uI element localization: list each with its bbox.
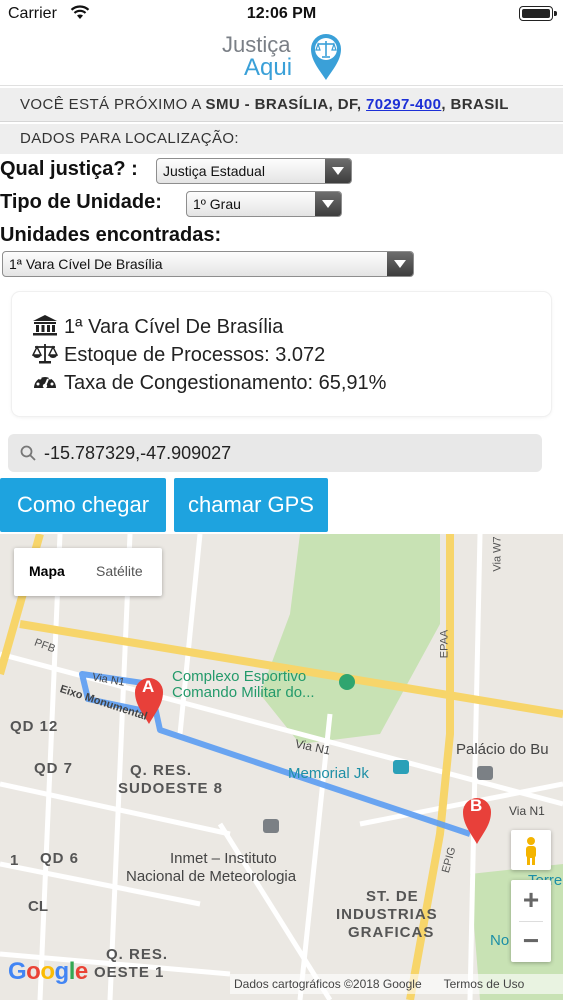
map-label-memorial-jk: Memorial Jk <box>288 765 369 782</box>
courthouse-icon <box>33 315 57 336</box>
app-header: Justiça Aqui <box>0 28 563 86</box>
unit-name: 1ª Vara Cível De Brasília <box>64 316 284 338</box>
marker-b-label[interactable]: B <box>470 796 482 816</box>
coordinates-search-input[interactable]: -15.787329,-47.909027 <box>8 434 542 472</box>
map-label-graficas: GRAFICAS <box>348 924 435 941</box>
map-label-st-de: ST. DE <box>366 888 419 905</box>
poi-marker <box>477 766 493 780</box>
map-view[interactable]: A B Complexo Esportivo Comando Militar d… <box>0 534 563 1000</box>
map-label-complexo: Complexo Esportivo <box>172 668 307 685</box>
map-label-qd12: QD 12 <box>10 718 59 735</box>
map-label-qres: Q. RES. <box>130 762 193 779</box>
location-prefix: VOCÊ ESTÁ PRÓXIMO A <box>20 96 206 113</box>
map-label-qd7: QD 7 <box>34 760 74 777</box>
logo-text-aqui: Aqui <box>244 54 293 81</box>
estoque-text: Estoque de Processos: 3.072 <box>64 344 326 366</box>
tipo-unidade-label: Tipo de Unidade: <box>0 191 162 213</box>
chevron-down-icon <box>315 192 341 216</box>
map-label-cl: CL <box>28 898 48 915</box>
battery-icon <box>519 6 557 21</box>
map-data-credit: Dados cartográficos ©2018 Google <box>234 977 422 991</box>
location-place: SMU - BRASÍLIA, DF, <box>205 96 367 113</box>
unit-info-card: 1ª Vara Cível De Brasília Estoque de Pro… <box>12 292 551 416</box>
zoom-control: + − <box>511 880 551 962</box>
location-country: , BRASIL <box>441 96 509 113</box>
chamar-gps-button[interactable]: chamar GPS <box>174 478 328 532</box>
map-type-control: Mapa Satélite <box>14 548 162 596</box>
gauge-icon <box>34 374 56 389</box>
map-label-qres: Q. RES. <box>106 946 169 963</box>
map-type-mapa-button[interactable]: Mapa <box>29 563 65 579</box>
zip-code-link[interactable]: 70297-400 <box>366 96 441 113</box>
map-label-comando: Comando Militar do... <box>172 684 315 701</box>
taxa-row: Taxa de Congestionamento: 65,91% <box>32 370 386 395</box>
marker-a-label[interactable]: A <box>142 677 154 697</box>
chevron-down-icon <box>325 159 351 183</box>
status-bar: Carrier 12:06 PM <box>0 0 563 28</box>
tipo-unidade-select-value: 1º Grau <box>193 196 241 212</box>
map-label-palacio: Palácio do Bu <box>456 741 549 758</box>
map-label-via-w7: Via W7 <box>491 536 504 572</box>
justica-select[interactable]: Justiça Estadual <box>156 158 352 184</box>
map-label-meteorologia: Nacional de Meteorologia <box>126 868 297 885</box>
scales-pin-icon <box>311 34 341 80</box>
map-label-industrias: INDUSTRIAS <box>336 906 438 923</box>
zoom-in-button[interactable]: + <box>511 880 551 920</box>
poi-marker <box>263 819 279 833</box>
clock: 12:06 PM <box>246 5 317 22</box>
zoom-out-button[interactable]: − <box>511 921 551 961</box>
tipo-unidade-select[interactable]: 1º Grau <box>186 191 342 217</box>
map-label-sudoeste8: SUDOESTE 8 <box>118 780 224 797</box>
unit-name-row: 1ª Vara Cível De Brasília <box>32 314 283 339</box>
como-chegar-button[interactable]: Como chegar <box>0 478 166 532</box>
app-logo: Justiça Aqui <box>220 32 350 84</box>
chevron-down-icon <box>387 252 413 276</box>
map-label-via-n1: Via N1 <box>509 804 545 818</box>
map-label-inmet: Inmet – Instituto <box>170 850 277 867</box>
coordinates-value: -15.787329,-47.909027 <box>44 443 232 463</box>
justica-label: Qual justiça? : <box>0 158 138 180</box>
park-area <box>260 534 440 744</box>
taxa-text: Taxa de Congestionamento: 65,91% <box>64 372 387 394</box>
map-label-epaa: EPAA <box>438 629 451 659</box>
pegman-icon <box>526 837 536 865</box>
map-label-no: No <box>490 932 510 949</box>
unidades-label: Unidades encontradas: <box>0 224 222 246</box>
map-label-1: 1 <box>10 852 19 869</box>
current-location-bar: VOCÊ ESTÁ PRÓXIMO A SMU - BRASÍLIA, DF, … <box>0 88 563 122</box>
terms-link[interactable]: Termos de Uso <box>444 977 525 991</box>
poi-marker <box>339 674 355 690</box>
google-logo: Google <box>8 958 88 985</box>
map-label-qd6: QD 6 <box>40 850 80 867</box>
street-view-button[interactable] <box>511 830 551 870</box>
map-label-oeste1: OESTE 1 <box>94 964 165 981</box>
unidades-select[interactable]: 1ª Vara Cível De Brasília <box>2 251 414 277</box>
map-canvas <box>0 534 563 1000</box>
poi-marker <box>393 760 409 774</box>
justica-select-value: Justiça Estadual <box>163 163 265 179</box>
map-attribution: Dados cartográficos ©2018 Google Termos d… <box>230 974 563 994</box>
map-type-satellite-button[interactable]: Satélite <box>96 563 143 579</box>
unidades-select-value: 1ª Vara Cível De Brasília <box>9 256 163 272</box>
search-icon <box>20 445 36 461</box>
dados-localizacao-heading: DADOS PARA LOCALIZAÇÃO: <box>0 124 563 154</box>
estoque-row: Estoque de Processos: 3.072 <box>32 342 325 367</box>
scales-icon <box>32 344 58 364</box>
